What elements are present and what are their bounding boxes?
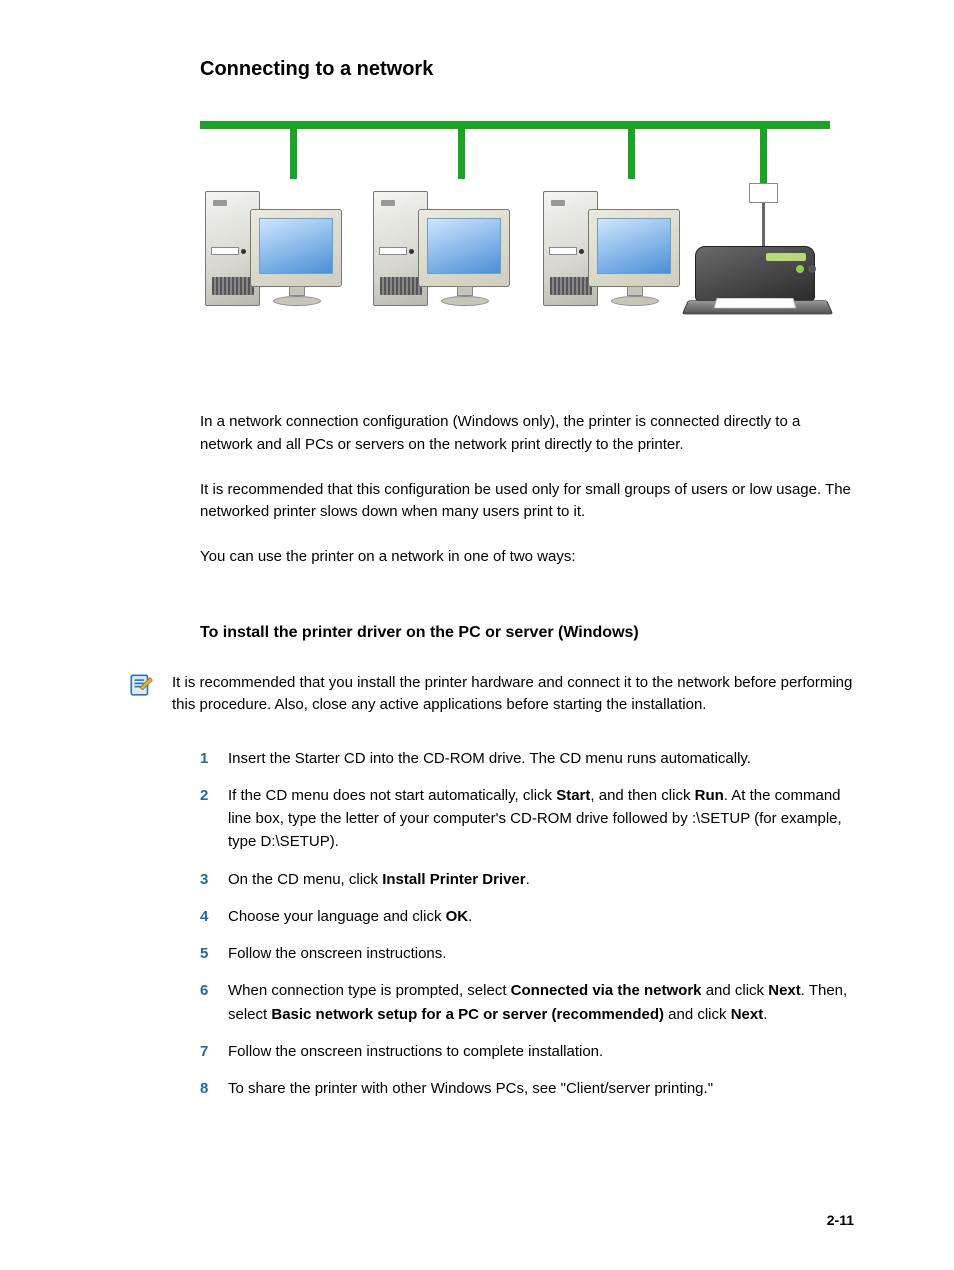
step-item: Choose your language and click OK. [200, 905, 854, 928]
page-number: 2-11 [827, 1212, 854, 1228]
procedure-heading: To install the printer driver on the PC … [200, 624, 854, 642]
workstation-icon [538, 181, 688, 341]
note-icon [128, 672, 154, 698]
workstation-icon [368, 181, 518, 341]
step-item: To share the printer with other Windows … [200, 1077, 854, 1100]
step-item: Insert the Starter CD into the CD-ROM dr… [200, 747, 854, 770]
step-item: If the CD menu does not start automatica… [200, 784, 854, 854]
drop-line [458, 129, 465, 179]
note-text: It is recommended that you install the p… [172, 672, 854, 717]
steps-list: Insert the Starter CD into the CD-ROM dr… [200, 747, 854, 1101]
description-text: In a network connection configuration (W… [200, 411, 854, 456]
step-item: Follow the onscreen instructions. [200, 942, 854, 965]
description-text: You can use the printer on a network in … [200, 546, 854, 569]
description-text: It is recommended that this configuratio… [200, 479, 854, 524]
step-item: On the CD menu, click Install Printer Dr… [200, 868, 854, 891]
drop-line [628, 129, 635, 179]
step-item: When connection type is prompted, select… [200, 979, 854, 1026]
network-jack [749, 183, 778, 203]
network-bus [200, 121, 830, 129]
network-diagram [200, 121, 830, 351]
drop-line [290, 129, 297, 179]
page-title: Connecting to a network [200, 58, 854, 81]
step-item: Follow the onscreen instructions to comp… [200, 1040, 854, 1063]
workstation-icon [200, 181, 350, 341]
printer-icon [685, 236, 835, 336]
